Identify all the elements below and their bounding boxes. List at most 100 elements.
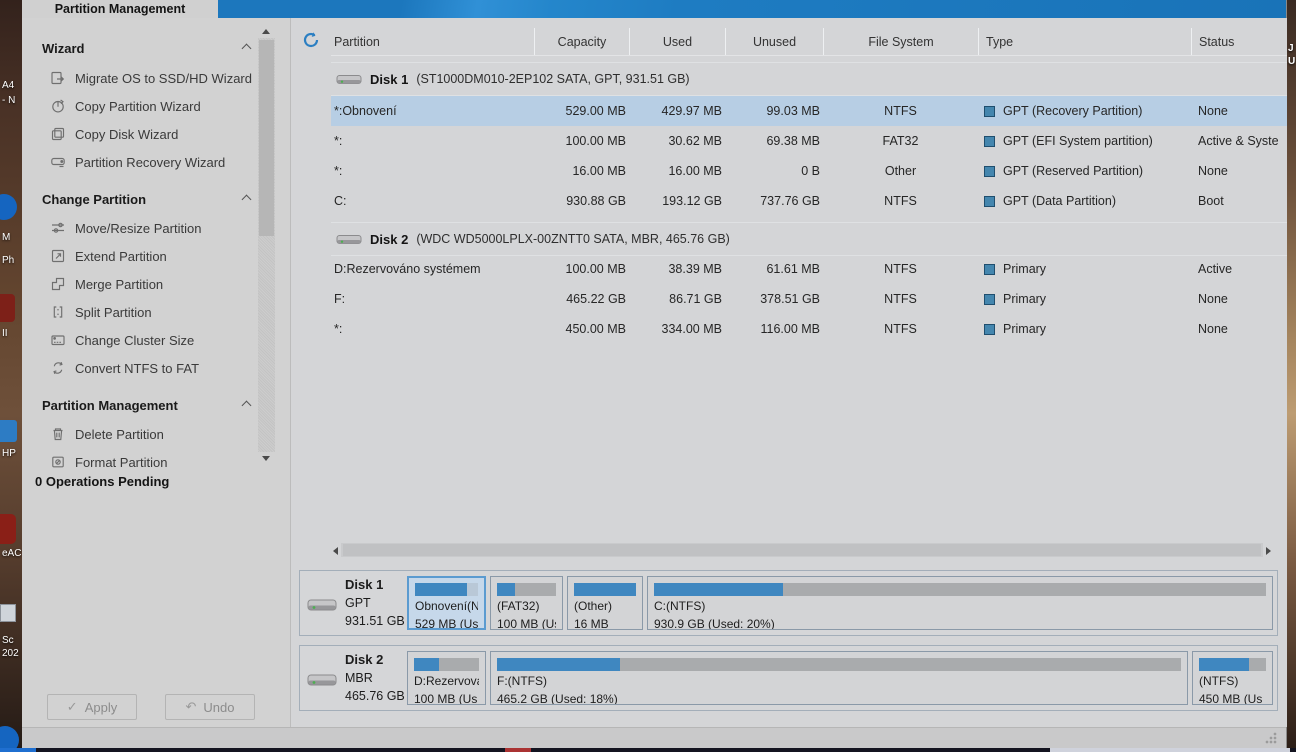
partition-block[interactable]: (FAT32) 100 MB (Us xyxy=(490,576,563,630)
scroll-up-button[interactable] xyxy=(258,25,275,38)
sidebar-item-label: Split Partition xyxy=(75,305,152,320)
scroll-left-button[interactable] xyxy=(331,543,341,557)
sidebar-section-partition-management[interactable]: Partition Management xyxy=(42,397,250,415)
usage-bar-fill xyxy=(1199,658,1249,671)
taskbar-edge xyxy=(0,748,1296,752)
hdd-icon xyxy=(307,597,337,613)
cell-partition: D:Rezervováno systémem xyxy=(331,262,534,276)
partition-block[interactable]: F:(NTFS) 465.2 GB (Used: 18%) xyxy=(490,651,1188,705)
refresh-icon[interactable] xyxy=(302,31,320,49)
partition-block[interactable]: C:(NTFS) 930.9 GB (Used: 20%) xyxy=(647,576,1273,630)
sidebar-section-change-partition[interactable]: Change Partition xyxy=(42,191,250,209)
cell-type: Primary xyxy=(978,292,1191,306)
sidebar-item-copy-disk[interactable]: Copy Disk Wizard xyxy=(50,120,255,148)
desktop-icon-label: eAC xyxy=(2,548,21,559)
cell-capacity: 529.00 MB xyxy=(534,104,629,118)
taskbar-fragment xyxy=(1050,748,1290,752)
apply-button-label: Apply xyxy=(85,700,118,715)
desktop-icon-label: J xyxy=(1288,43,1294,54)
sidebar-item-migrate-os[interactable]: Migrate OS to SSD/HD Wizard xyxy=(50,64,255,92)
table-row[interactable]: *: 100.00 MB 30.62 MB 69.38 MB FAT32 GPT… xyxy=(331,126,1287,156)
extend-icon xyxy=(50,248,66,264)
desktop-icon-fragment xyxy=(0,294,15,322)
column-header-capacity[interactable]: Capacity xyxy=(534,28,629,55)
column-header-used[interactable]: Used xyxy=(629,28,725,55)
cell-status: Active xyxy=(1191,262,1287,276)
undo-button[interactable]: ↶ Undo xyxy=(165,694,255,720)
partition-block[interactable]: (Other) 16 MB xyxy=(567,576,643,630)
disk-info: Disk 1 GPT 931.51 GB xyxy=(345,576,405,630)
disk-group-header[interactable]: Disk 2 (WDC WD5000LPLX-00ZNTT0 SATA, MBR… xyxy=(331,222,1287,256)
partition-type-icon xyxy=(984,294,995,305)
block-size: 450 MB (Us xyxy=(1199,691,1266,705)
column-header-unused[interactable]: Unused xyxy=(725,28,823,55)
table-row[interactable]: C: 930.88 GB 193.12 GB 737.76 GB NTFS GP… xyxy=(331,186,1287,216)
type-label: GPT (Recovery Partition) xyxy=(1003,104,1142,118)
scroll-right-button[interactable] xyxy=(1263,543,1273,557)
table-row[interactable]: *: 450.00 MB 334.00 MB 116.00 MB NTFS Pr… xyxy=(331,314,1287,344)
taskbar-fragment xyxy=(0,748,36,752)
table-row[interactable]: F: 465.22 GB 86.71 GB 378.51 GB NTFS Pri… xyxy=(331,284,1287,314)
sidebar-item-delete-partition[interactable]: Delete Partition xyxy=(50,420,255,448)
cell-unused: 0 B xyxy=(725,164,823,178)
horizontal-scrollbar[interactable] xyxy=(331,543,1273,557)
partition-type-icon xyxy=(984,106,995,117)
usage-bar-fill xyxy=(415,583,467,596)
scrollbar-track[interactable] xyxy=(341,543,1263,557)
sidebar-item-cluster-size[interactable]: Change Cluster Size xyxy=(50,326,255,354)
scrollbar-thumb[interactable] xyxy=(259,40,274,236)
sidebar-item-merge[interactable]: Merge Partition xyxy=(50,270,255,298)
scroll-down-button[interactable] xyxy=(258,452,275,465)
sidebar-item-partition-recovery[interactable]: Partition Recovery Wizard xyxy=(50,148,255,176)
desktop-icon-fragment xyxy=(0,514,16,544)
tab-partition-management[interactable]: Partition Management xyxy=(22,0,218,18)
sidebar-item-label: Copy Disk Wizard xyxy=(75,127,178,142)
scrollbar-thumb[interactable] xyxy=(343,544,1261,556)
column-header-status[interactable]: Status xyxy=(1191,28,1287,55)
block-label: (NTFS) xyxy=(1199,673,1266,689)
cluster-size-icon xyxy=(50,332,66,348)
table-row[interactable]: *:Obnovení 529.00 MB 429.97 MB 99.03 MB … xyxy=(331,96,1287,126)
usage-bar xyxy=(574,583,636,596)
column-header-partition[interactable]: Partition xyxy=(331,28,534,55)
partition-block[interactable]: (NTFS) 450 MB (Us xyxy=(1192,651,1273,705)
arrow-down-icon xyxy=(262,456,270,461)
block-size: 930.9 GB (Used: 20%) xyxy=(654,616,1266,630)
sidebar-item-move-resize[interactable]: Move/Resize Partition xyxy=(50,214,255,242)
resize-grip[interactable] xyxy=(1264,731,1277,744)
usage-bar-fill xyxy=(574,583,636,596)
cell-status: Active & Syste xyxy=(1191,134,1287,148)
sidebar-section-wizard[interactable]: Wizard xyxy=(42,40,250,58)
sidebar-scrollbar[interactable] xyxy=(258,25,275,465)
column-header-filesystem[interactable]: File System xyxy=(823,28,978,55)
sidebar-item-split[interactable]: Split Partition xyxy=(50,298,255,326)
apply-button[interactable]: ✓ Apply xyxy=(47,694,137,720)
partition-blocks: D:Rezervová 100 MB (Us F:(NTFS) 465.2 GB… xyxy=(407,651,1273,705)
sidebar-item-label: Move/Resize Partition xyxy=(75,221,201,236)
partition-block[interactable]: D:Rezervová 100 MB (Us xyxy=(407,651,486,705)
usage-bar-fill xyxy=(414,658,439,671)
chevron-up-icon xyxy=(242,401,252,411)
copy-partition-icon xyxy=(50,98,66,114)
undo-arrow-icon: ↶ xyxy=(186,699,197,715)
section-title: Wizard xyxy=(42,41,85,56)
delete-icon xyxy=(50,426,66,442)
desktop-background-left: A4 - N M Ph II HP eAC Sc 202 xyxy=(0,0,22,752)
disk-group-header[interactable]: Disk 1 (ST1000DM010-2EP102 SATA, GPT, 93… xyxy=(331,62,1287,96)
column-header-type[interactable]: Type xyxy=(978,28,1191,55)
sidebar-item-extend[interactable]: Extend Partition xyxy=(50,242,255,270)
partition-block[interactable]: Obnovení(N 529 MB (Us xyxy=(407,576,486,630)
cell-partition: *:Obnovení xyxy=(331,104,534,118)
cell-status: None xyxy=(1191,322,1287,336)
cell-filesystem: NTFS xyxy=(823,322,978,336)
sidebar-item-label: Convert NTFS to FAT xyxy=(75,361,199,376)
sidebar-item-copy-partition[interactable]: Copy Partition Wizard xyxy=(50,92,255,120)
table-row[interactable]: D:Rezervováno systémem 100.00 MB 38.39 M… xyxy=(331,254,1287,284)
disk-scheme: MBR xyxy=(345,669,405,687)
cell-used: 16.00 MB xyxy=(629,164,725,178)
sidebar-item-format-partition[interactable]: Format Partition xyxy=(50,448,255,476)
sidebar-item-convert-ntfs[interactable]: Convert NTFS to FAT xyxy=(50,354,255,382)
cell-status: Boot xyxy=(1191,194,1287,208)
table-row[interactable]: *: 16.00 MB 16.00 MB 0 B Other GPT (Rese… xyxy=(331,156,1287,186)
cell-used: 429.97 MB xyxy=(629,104,725,118)
